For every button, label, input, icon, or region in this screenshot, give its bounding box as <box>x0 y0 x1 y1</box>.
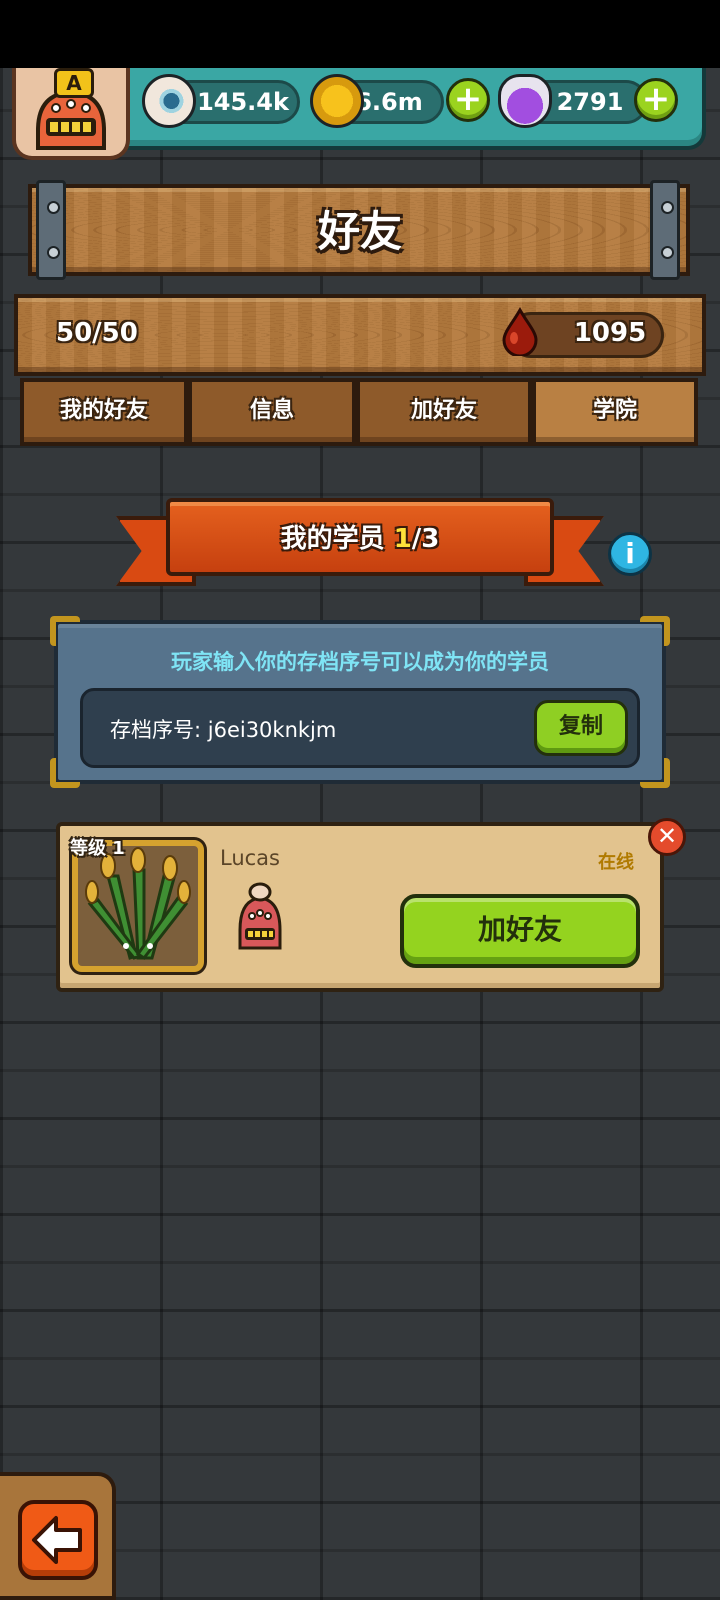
rank-badge: A <box>54 68 94 98</box>
save-code-hint: 玩家输入你的存档序号可以成为你的学员 <box>171 650 549 674</box>
wheat-icon <box>85 847 191 961</box>
add-friend-button[interactable]: 加好友 <box>400 894 640 968</box>
status-bar <box>0 0 720 68</box>
eyeball-icon <box>142 74 196 128</box>
blood-drop-icon <box>502 306 538 356</box>
coin-icon <box>310 74 364 128</box>
add-coins-button[interactable]: + <box>446 78 490 122</box>
student-level: 等级 1 <box>70 838 125 859</box>
online-status: 在线 <box>598 852 634 873</box>
student-name: Lucas <box>220 846 280 870</box>
student-avatar-icon <box>238 882 282 950</box>
arrow-left-icon <box>32 1516 82 1564</box>
panel-corner <box>50 758 80 788</box>
tab-my-friends[interactable]: 我的好友 <box>20 378 188 446</box>
panel-corner <box>640 616 670 646</box>
info-button[interactable]: i <box>608 532 652 576</box>
back-button[interactable] <box>18 1500 98 1580</box>
students-current: 1 <box>393 524 412 554</box>
friend-capacity: 50/50 <box>56 318 138 348</box>
tab-messages[interactable]: 信息 <box>188 378 356 446</box>
potion-icon <box>498 74 552 128</box>
students-max: /3 <box>411 524 440 554</box>
panel-corner <box>50 616 80 646</box>
tab-add-friend[interactable]: 加好友 <box>356 378 532 446</box>
save-code-text: 存档序号: j6ei30knkjm <box>110 718 337 742</box>
remove-student-button[interactable]: ✕ <box>648 818 686 856</box>
tab-academy[interactable]: 学院 <box>532 378 698 446</box>
resource-bar: 145.4k 6.6m + 2791 + <box>110 68 706 150</box>
page-title: 好友 <box>317 207 402 256</box>
player-avatar[interactable]: A <box>12 68 130 160</box>
panel-corner <box>640 758 670 788</box>
students-banner-label: 我的学员 <box>280 524 385 554</box>
blood-drop-value: 1095 <box>573 318 647 348</box>
students-count-label: 我的学员 1/3 <box>166 518 554 555</box>
copy-button[interactable]: 复制 <box>534 700 628 756</box>
add-potions-button[interactable]: + <box>634 78 678 122</box>
